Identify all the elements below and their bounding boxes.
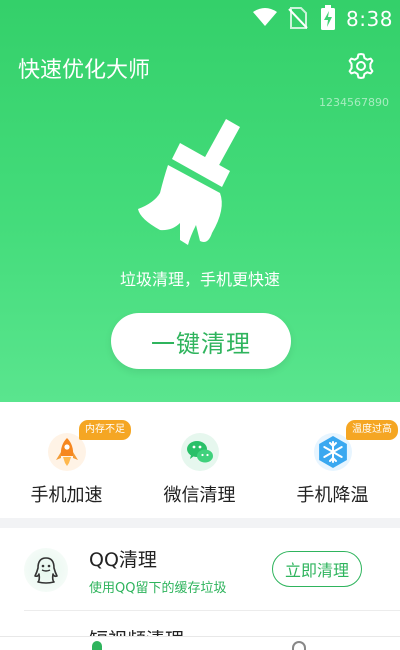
clean-now-button[interactable]: 立即清理: [272, 551, 362, 587]
clean-list: QQ清理 使用QQ留下的缓存垃圾 立即清理 短视频清理: [0, 528, 400, 650]
no-sim-icon: [288, 7, 308, 29]
status-time: 8:38: [346, 7, 393, 31]
feature-label: 手机降温: [296, 485, 369, 506]
list-item-qq-clean[interactable]: QQ清理 使用QQ留下的缓存垃圾 立即清理: [0, 528, 400, 611]
feature-panel: 内存不足 手机加速 微信清理 温度过高 手机降温: [0, 402, 400, 518]
device-id: 1234567890: [319, 96, 389, 109]
bottom-nav-bar: [0, 636, 400, 650]
badge-low-memory: 内存不足: [79, 420, 131, 440]
nav-profile-icon[interactable]: [292, 641, 306, 650]
status-bar: 8:38: [0, 0, 400, 36]
feature-label: 微信清理: [163, 485, 236, 506]
feature-wechat-clean[interactable]: 微信清理: [133, 402, 266, 518]
feature-phone-boost[interactable]: 内存不足 手机加速: [0, 402, 133, 518]
feature-phone-cooldown[interactable]: 温度过高 手机降温: [266, 402, 399, 518]
nav-home-icon[interactable]: [92, 641, 102, 650]
feature-label: 手机加速: [30, 485, 103, 506]
app-title: 快速优化大师: [18, 58, 151, 83]
broom-icon: [138, 119, 240, 245]
qq-penguin-icon: [24, 548, 68, 592]
badge-high-temperature: 温度过高: [346, 420, 398, 440]
gear-icon[interactable]: [346, 51, 376, 81]
one-click-clean-button[interactable]: 一键清理: [111, 313, 291, 369]
wifi-icon: [253, 8, 277, 26]
list-item-subtitle: 使用QQ留下的缓存垃圾: [89, 581, 227, 596]
wechat-icon: [181, 433, 219, 471]
list-item-title: QQ清理: [89, 549, 157, 571]
battery-charging-icon: [321, 5, 335, 30]
hero-section: 8:38 快速优化大师 1234567890 垃圾清理，手机更快速 一键清理: [0, 0, 400, 402]
slogan: 垃圾清理，手机更快速: [119, 270, 280, 289]
